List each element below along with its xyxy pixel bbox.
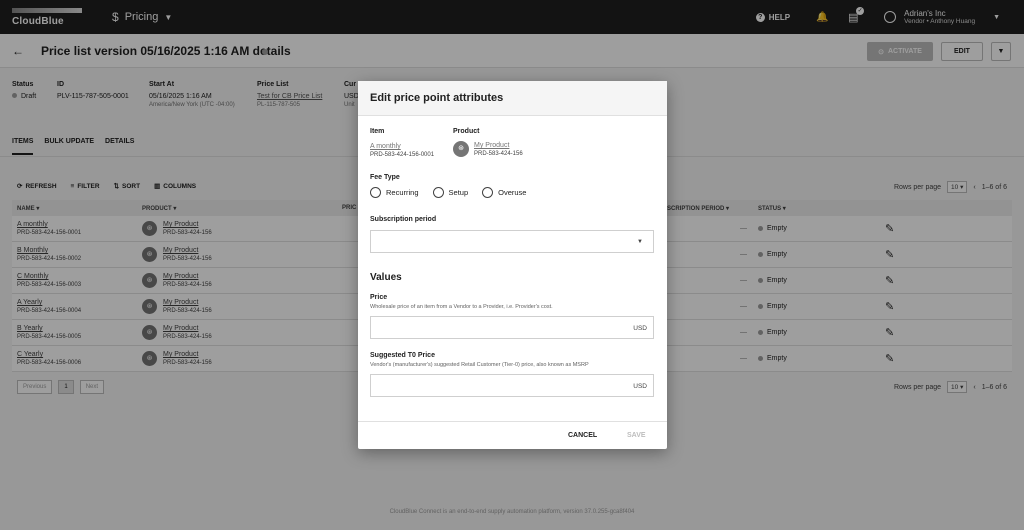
radio-label: Recurring — [386, 188, 419, 197]
subscription-period-label: Subscription period — [370, 216, 437, 223]
caret-down-icon: ▼ — [637, 239, 643, 245]
fee-type-recurring-radio[interactable]: Recurring — [370, 187, 419, 198]
price-unit: USD — [633, 325, 647, 332]
product-link[interactable]: My Product — [474, 141, 523, 149]
radio-circle — [370, 187, 381, 198]
product-field: Product ⊛ My Product PRD-583-424-156 — [453, 128, 523, 157]
radio-label: Overuse — [498, 188, 527, 197]
item-link[interactable]: A monthly — [370, 143, 434, 150]
radio-label: Setup — [448, 188, 469, 197]
price-input[interactable]: USD — [370, 316, 654, 339]
item-id: PRD-583-424-156-0001 — [370, 152, 435, 158]
msrp-input[interactable]: USD — [370, 374, 654, 397]
fee-type-setup-radio[interactable]: Setup — [432, 187, 469, 198]
msrp-help: Vendor's (manufacturer's) suggested Reta… — [370, 362, 589, 368]
price-label: Price — [370, 294, 388, 301]
fee-type-field: Fee Type Recurring Setup Overuse — [370, 174, 526, 198]
subscription-period-select[interactable]: ▼ — [370, 230, 654, 253]
dialog-footer: CANCEL SAVE — [358, 421, 667, 449]
values-section-title: Values — [370, 272, 402, 283]
item-label: Item — [370, 128, 385, 135]
subscription-period-field: Subscription period ▼ — [370, 216, 654, 253]
item-field: Item A monthly PRD-583-424-156-0001 — [370, 128, 434, 158]
product-id: PRD-583-424-156 — [474, 151, 523, 157]
dialog-title: Edit price point attributes — [358, 81, 667, 116]
msrp-unit: USD — [633, 383, 647, 390]
save-button[interactable]: SAVE — [627, 432, 646, 439]
cancel-button[interactable]: CANCEL — [568, 432, 597, 439]
radio-circle — [482, 187, 494, 198]
radio-circle — [432, 187, 444, 198]
edit-price-point-dialog: Edit price point attributes Item A month… — [358, 81, 667, 449]
price-help: Wholesale price of an item from a Vendor… — [370, 304, 553, 310]
fee-type-label: Fee Type — [370, 174, 400, 181]
msrp-label: Suggested T0 Price — [370, 352, 435, 359]
product-label: Product — [453, 128, 480, 135]
fee-type-overuse-radio[interactable]: Overuse — [482, 187, 526, 198]
product-icon: ⊛ — [453, 141, 469, 157]
price-field: Price Wholesale price of an item from a … — [370, 294, 654, 339]
msrp-field: Suggested T0 Price Vendor's (manufacture… — [370, 352, 654, 397]
